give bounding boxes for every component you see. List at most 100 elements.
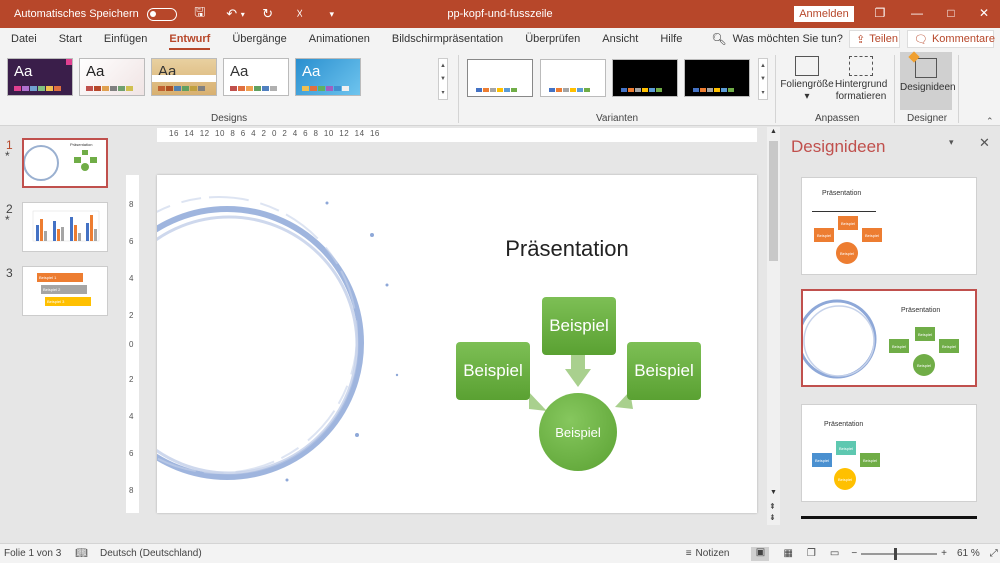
undo-dropdown-icon[interactable]: ▾ [241, 10, 245, 19]
format-background-icon [849, 56, 873, 76]
language-indicator[interactable]: Deutsch (Deutschland) [100, 548, 202, 559]
tab-bildschirmpraesentation[interactable]: Bildschirmpräsentation [392, 28, 503, 50]
theme-3[interactable]: Aa [151, 58, 217, 96]
sorter-view-icon[interactable]: ▦ [783, 548, 792, 559]
slide-size-icon [795, 56, 819, 76]
search-input[interactable]: Was möchten Sie tun? [733, 28, 843, 50]
maximize-icon[interactable]: □ [941, 6, 961, 22]
autosave-toggle[interactable] [146, 7, 177, 21]
fit-icon[interactable]: ⤢ [990, 548, 998, 559]
tab-animationen[interactable]: Animationen [309, 28, 370, 50]
pane-close-icon[interactable]: ✕ [979, 135, 990, 151]
normal-view-icon[interactable]: ▣ [751, 546, 770, 561]
idea2-box-left: Beispiel [889, 339, 909, 353]
tab-ansicht[interactable]: Ansicht [602, 28, 638, 50]
tab-einfuegen[interactable]: Einfügen [104, 28, 147, 50]
format-background-button[interactable]: Hintergrund formatieren [835, 56, 887, 103]
zoom-in-icon[interactable]: + [941, 548, 947, 559]
idea2-box-top: Beispiel [915, 327, 935, 341]
redo-icon[interactable]: ↻ [259, 6, 277, 22]
ruler-v-tick-2: 4 [129, 274, 134, 283]
slide-counter: Folie 1 von 3 [4, 548, 62, 559]
theme-4[interactable]: Aa [223, 58, 289, 96]
ruler-v-tick-8: 8 [129, 486, 134, 495]
themes-scroll[interactable]: ▲ ▼ ▾ [438, 58, 448, 100]
comments-button[interactable]: 🗨︎ Kommentare [907, 30, 995, 48]
close-icon[interactable]: ✕ [974, 6, 994, 22]
zoom-slider[interactable] [861, 547, 938, 560]
zoom-out-icon[interactable]: − [851, 548, 857, 559]
variant-1[interactable] [467, 59, 533, 97]
idea1-box-top: Beispiel [838, 216, 858, 230]
ruler-v-tick-1: 6 [129, 237, 134, 246]
variant-3[interactable] [612, 59, 678, 97]
notes-icon[interactable]: ≡ [686, 548, 692, 559]
thumbnail-slide-2[interactable] [22, 202, 108, 252]
theme-sample: Aa [14, 63, 33, 80]
smartart-circle-center[interactable]: Beispiel [539, 393, 617, 471]
theme-sample: Aa [302, 63, 321, 80]
next-slide-icon[interactable]: ⇟ [769, 513, 776, 522]
pane-title: Designideen [791, 137, 886, 156]
spellcheck-icon[interactable]: 📖︎ [75, 548, 88, 559]
idea3-box-right: Beispiel [860, 453, 880, 467]
horizontal-ruler: 16 14 12 10 8 6 4 2 0 2 4 6 8 10 12 14 1… [157, 128, 757, 142]
thumb-star-1: * [5, 149, 10, 163]
status-bar: Folie 1 von 3 📖︎ Deutsch (Deutschland) ≡… [0, 543, 1000, 563]
scroll-thumb[interactable] [769, 141, 778, 261]
thumbnail-slide-3[interactable]: Beispiel 1 Beispiel 2 Beispiel 3 [22, 266, 108, 316]
reading-view-icon[interactable]: ❐ [807, 548, 816, 559]
thumbnail-slide-1[interactable]: Präsentation [22, 138, 108, 188]
slideshow-icon[interactable]: ▭ [830, 548, 839, 559]
variant-4[interactable] [684, 59, 750, 97]
tab-entwurf[interactable]: Entwurf [169, 28, 211, 50]
smartart-box-right[interactable]: Beispiel [627, 342, 701, 400]
share-button[interactable]: ⇪ Teilen [849, 30, 900, 48]
variants-scroll[interactable]: ▲ ▼ ▾ [758, 58, 768, 100]
theme-1[interactable]: Aa [7, 58, 73, 96]
smartart-box-left[interactable]: Beispiel [456, 342, 530, 400]
title-bar: Automatisches Speichern 🖫 ↶ ▾ ↻ ☓ ▾ pp-k… [0, 0, 1000, 28]
design-ideas-label: Designideen [900, 82, 956, 93]
idea2-box-right: Beispiel [939, 339, 959, 353]
design-idea-2[interactable]: Präsentation Beispiel Beispiel Beispiel … [801, 289, 977, 387]
thumb1-title: Präsentation [70, 142, 93, 147]
design-idea-4-top[interactable] [801, 516, 977, 519]
notes-button[interactable]: Notizen [696, 548, 730, 559]
thumb3-item-2: Beispiel 2 [41, 285, 87, 294]
search-icon[interactable]: 🔍︎ [711, 32, 726, 46]
present-icon[interactable]: ☓ [291, 6, 309, 22]
save-icon[interactable]: 🖫 [191, 3, 209, 25]
tab-hilfe[interactable]: Hilfe [660, 28, 682, 50]
slide-canvas[interactable]: Präsentation Beispiel Beispiel Beispiel … [157, 175, 757, 513]
collapse-ribbon-icon[interactable]: ⌃ [986, 116, 994, 127]
minimize-icon[interactable]: — [907, 6, 927, 22]
idea1-title: Präsentation [822, 190, 862, 197]
prev-slide-icon[interactable]: ⇞ [769, 502, 776, 511]
theme-5[interactable]: Aa [295, 58, 361, 96]
customize-qa-icon[interactable]: ▾ [323, 9, 341, 20]
zoom-level[interactable]: 61 % [957, 548, 980, 559]
tab-datei[interactable]: Datei [11, 28, 37, 50]
tab-uebergaenge[interactable]: Übergänge [232, 28, 286, 50]
editor-scrollbar[interactable]: ▲ ▼ ⇞ ⇟ [767, 127, 780, 525]
designer-group-label: Designer [907, 113, 948, 124]
undo-icon[interactable]: ↶ [223, 6, 241, 22]
signin-button[interactable]: Anmelden [794, 6, 854, 22]
scroll-up-icon[interactable]: ▲ [770, 128, 777, 135]
smartart-box-top[interactable]: Beispiel [542, 297, 616, 355]
design-ideas-button[interactable]: Designideen [900, 51, 956, 110]
vertical-ruler: 8 6 4 2 0 2 4 6 8 [126, 175, 139, 513]
design-idea-1[interactable]: Präsentation Beispiel Beispiel Beispiel … [801, 177, 977, 275]
tab-ueberpruefen[interactable]: Überprüfen [525, 28, 580, 50]
design-idea-3[interactable]: Präsentation Beispiel Beispiel Beispiel … [801, 404, 977, 502]
theme-sample: Aa [86, 63, 105, 80]
pane-options-icon[interactable]: ▾ [949, 137, 954, 148]
slide-size-button[interactable]: Foliengröße ▾ [780, 56, 834, 103]
slide-size-label: Foliengröße [780, 79, 834, 90]
scroll-down-icon[interactable]: ▼ [770, 489, 777, 496]
tab-start[interactable]: Start [59, 28, 82, 50]
theme-2[interactable]: Aa [79, 58, 145, 96]
variant-2[interactable] [540, 59, 606, 97]
ribbon-display-icon[interactable]: ❐ [870, 6, 890, 22]
